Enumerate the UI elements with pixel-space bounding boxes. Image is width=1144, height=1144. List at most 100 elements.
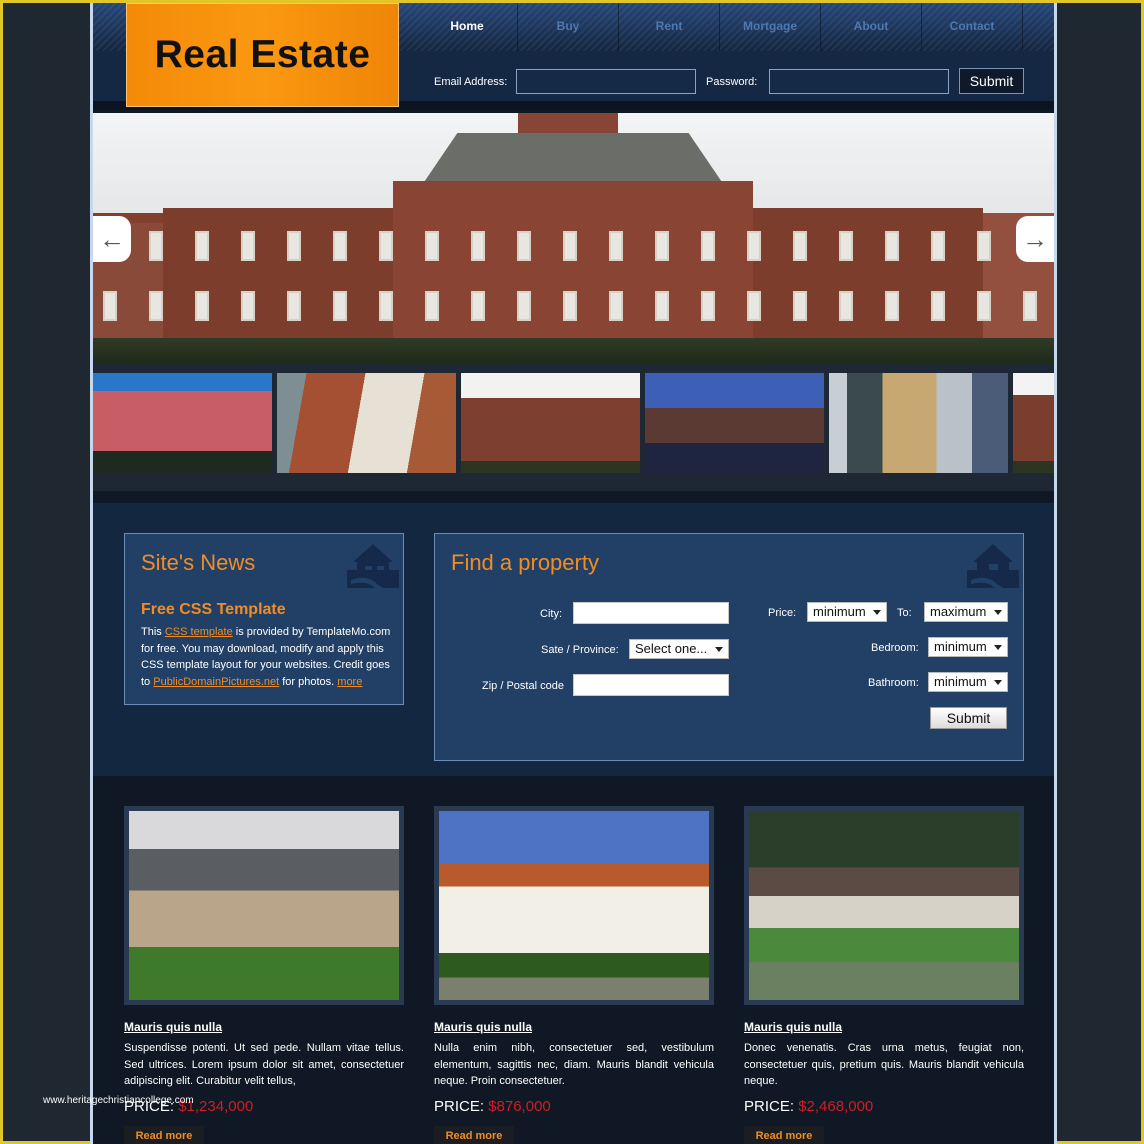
hero-window (977, 291, 991, 321)
hero-window (471, 231, 485, 261)
hero-window (747, 291, 761, 321)
hero-window (333, 231, 347, 261)
listing-title-link[interactable]: Mauris quis nulla (434, 1020, 532, 1034)
email-label: Email Address: (434, 76, 508, 88)
logo-text: Real Estate (154, 33, 371, 76)
listings-section: Mauris quis nulla Suspendisse potenti. U… (93, 776, 1054, 1144)
hero-window (839, 291, 853, 321)
thumbnail-old-town-houses[interactable] (277, 373, 456, 473)
hero-roof (423, 133, 723, 183)
nav-home[interactable]: Home (417, 3, 518, 51)
hero-window (379, 231, 393, 261)
nav-mortgage[interactable]: Mortgage (720, 3, 821, 51)
slider-prev-button[interactable]: ← (93, 216, 131, 262)
listing-title-link[interactable]: Mauris quis nulla (744, 1020, 842, 1034)
hero-window (885, 231, 899, 261)
hero-window (609, 231, 623, 261)
thumbnail-brick-manor-partial[interactable] (1013, 373, 1054, 473)
listing-image-frame[interactable] (744, 806, 1024, 1005)
city-input[interactable] (573, 602, 729, 624)
hero-window (333, 291, 347, 321)
publicdomainpictures-link[interactable]: PublicDomainPictures.net (153, 676, 279, 688)
read-more-button[interactable]: Read more (744, 1126, 824, 1144)
hero-window (241, 291, 255, 321)
find-property-box: Find a property City: Sate / Province: S… (434, 533, 1024, 761)
bathroom-select[interactable]: minimum (928, 672, 1008, 692)
password-input[interactable] (769, 69, 949, 94)
price-to-label: To: (897, 607, 912, 619)
more-link[interactable]: more (337, 676, 362, 688)
hero-window (287, 231, 301, 261)
bathroom-label: Bathroom: (868, 677, 919, 689)
watermark-text: www.heritagechristiancollege.com (43, 1095, 194, 1106)
content-section: Site's News Free CSS Template This CSS t… (93, 503, 1054, 776)
hero-window (747, 231, 761, 261)
hero-window (931, 231, 945, 261)
hero-window (379, 291, 393, 321)
site-news-box: Site's News Free CSS Template This CSS t… (124, 533, 404, 705)
hero-slider: ← → (93, 113, 1054, 363)
hero-window (195, 231, 209, 261)
city-label: City: (540, 608, 562, 620)
price-min-select[interactable]: minimum (807, 602, 887, 622)
listing-photo-house (129, 811, 399, 1000)
header: Real Estate Home Buy Rent Mortgage About… (93, 3, 1054, 110)
hero-window (609, 291, 623, 321)
bedroom-label: Bedroom: (871, 642, 919, 654)
listing-price: PRICE: $876,000 (434, 1098, 551, 1115)
price-label: Price: (768, 607, 797, 619)
bedroom-select[interactable]: minimum (928, 637, 1008, 657)
hero-wing-left (163, 208, 403, 341)
hero-ground (93, 338, 1054, 363)
thumbnail-night-bridge[interactable] (645, 373, 824, 473)
hero-window (977, 231, 991, 261)
nav-about[interactable]: About (821, 3, 922, 51)
house-icon (967, 544, 1019, 588)
slider-next-button[interactable]: → (1016, 216, 1054, 262)
listing-photo-lodge (749, 811, 1019, 1000)
site-logo[interactable]: Real Estate (126, 3, 399, 107)
news-text: This CSS template is provided by Templat… (141, 624, 393, 690)
price-label: PRICE: (434, 1098, 485, 1115)
hero-window (1023, 291, 1037, 321)
listing-description: Nulla enim nibh, consectetuer sed, vesti… (434, 1042, 714, 1087)
css-template-link[interactable]: CSS template (165, 626, 233, 638)
listing-image-frame[interactable] (434, 806, 714, 1005)
hero-window (793, 291, 807, 321)
zip-input[interactable] (573, 674, 729, 696)
price-max-select[interactable]: maximum (924, 602, 1008, 622)
read-more-button[interactable]: Read more (124, 1126, 204, 1144)
price-value: $2,468,000 (798, 1098, 874, 1115)
main-nav: Home Buy Rent Mortgage About Contact (417, 3, 1023, 51)
read-more-button[interactable]: Read more (434, 1126, 514, 1144)
zip-label: Zip / Postal code (482, 680, 564, 692)
find-submit-button[interactable]: Submit (930, 707, 1007, 729)
arrow-right-icon: → (1022, 223, 1048, 254)
hero-window (701, 231, 715, 261)
page-container: Real Estate Home Buy Rent Mortgage About… (90, 3, 1057, 1144)
thumbnail-brick-manor[interactable] (461, 373, 640, 473)
hero-window (655, 231, 669, 261)
section-divider (93, 491, 1054, 503)
thumbnail-city-skyline[interactable] (829, 373, 1008, 473)
listing-price: PRICE: $2,468,000 (744, 1098, 873, 1115)
hero-wing-right (743, 208, 983, 341)
site-news-title: Site's News (141, 550, 256, 575)
listing-title-link[interactable]: Mauris quis nulla (124, 1020, 222, 1034)
nav-contact[interactable]: Contact (922, 3, 1023, 51)
listing-image-frame[interactable] (124, 806, 404, 1005)
hero-window (103, 291, 117, 321)
state-select[interactable]: Select one... (629, 639, 729, 659)
email-input[interactable] (516, 69, 696, 94)
arrow-left-icon: ← (99, 223, 125, 254)
nav-buy[interactable]: Buy (518, 3, 619, 51)
hero-window (471, 291, 485, 321)
hero-window (241, 231, 255, 261)
hero-window (195, 291, 209, 321)
login-submit-button[interactable]: Submit (959, 68, 1024, 94)
news-text-part: This (141, 626, 165, 638)
news-text-part: for photos. (279, 675, 338, 688)
hero-window (885, 291, 899, 321)
nav-rent[interactable]: Rent (619, 3, 720, 51)
thumbnail-pink-palace[interactable] (93, 373, 272, 473)
